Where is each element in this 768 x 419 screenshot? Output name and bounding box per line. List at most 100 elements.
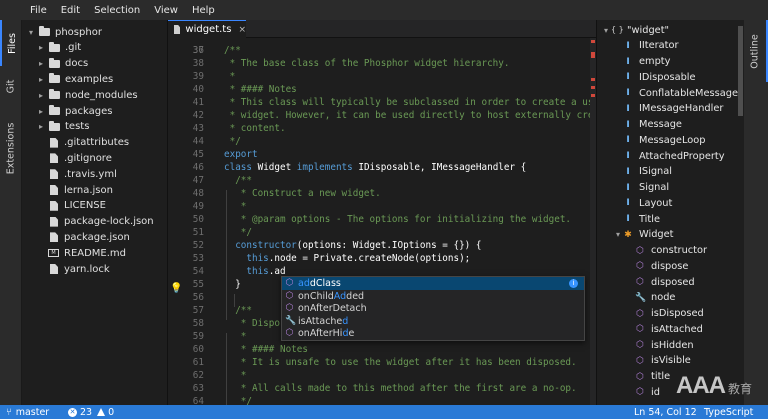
outline-item[interactable]: I IIterator xyxy=(623,38,679,54)
file-label: LICENSE xyxy=(64,200,106,212)
folder-root[interactable]: ▾ phosphor xyxy=(26,24,102,40)
suggestion-text: ded xyxy=(346,290,365,302)
menu-file[interactable]: File xyxy=(30,5,47,16)
suggestion-match: d xyxy=(342,315,349,327)
suggestion-item[interactable]: ⬡ onChild Ad ded xyxy=(282,290,584,303)
suggestion-item[interactable]: 🔧 isAttache d xyxy=(282,315,584,328)
outline-item[interactable]: ⬡ disposed xyxy=(635,274,695,290)
interface-icon: I xyxy=(626,40,630,51)
code-token: */ xyxy=(224,227,252,238)
menu-help[interactable]: Help xyxy=(192,5,215,16)
file-item[interactable]: yarn.lock xyxy=(36,261,110,277)
outline-item[interactable]: I IDisposable xyxy=(623,69,695,85)
outline-label: isHidden xyxy=(651,339,694,351)
folder-label: phosphor xyxy=(55,26,102,38)
code-token: class xyxy=(224,162,252,173)
outline-item[interactable]: 🔧 node xyxy=(635,290,675,306)
suggestion-item[interactable]: ⬡ onAfterDetach xyxy=(282,302,584,315)
folder-item[interactable]: ▸ .git xyxy=(36,40,81,56)
suggestion-item[interactable]: ⬡ onAfterHi d e xyxy=(282,327,584,340)
code-line: 44 */ xyxy=(168,135,596,148)
outline-item[interactable]: I Signal xyxy=(623,180,669,196)
file-item[interactable]: .gitignore xyxy=(36,150,112,166)
code-text: */ xyxy=(224,226,252,239)
code-token: * xyxy=(224,331,247,342)
outline-item[interactable]: ⬡ isVisible xyxy=(635,353,691,369)
tab-files[interactable]: Files xyxy=(0,20,22,66)
file-item[interactable]: .gitattributes xyxy=(36,135,129,151)
outline-item[interactable]: I ISignal xyxy=(623,164,672,180)
tab-git[interactable]: Git xyxy=(0,68,22,104)
line-number: 49 xyxy=(192,201,204,212)
outline-label: Layout xyxy=(639,197,673,209)
file-icon xyxy=(50,153,58,164)
outline-item[interactable]: I MessageLoop xyxy=(623,132,705,148)
code-token: * xyxy=(224,71,236,82)
suggestion-item[interactable]: ⬡ ad dClass i xyxy=(282,277,584,290)
outline-item[interactable]: ⬡ isAttached xyxy=(635,321,703,337)
code-text: * This class will typically be subclasse… xyxy=(224,96,596,109)
outline-item[interactable]: ▾ ✱ Widget xyxy=(613,227,674,243)
outline-item[interactable]: I ConflatableMessage xyxy=(623,85,738,101)
file-item[interactable]: .travis.yml xyxy=(36,166,117,182)
outline-item[interactable]: ⬡ constructor xyxy=(635,243,707,259)
folder-item[interactable]: ▸ examples xyxy=(36,71,113,87)
outline-item[interactable]: I Title xyxy=(623,211,660,227)
menu-selection[interactable]: Selection xyxy=(94,5,140,16)
outline-item[interactable]: ⬡ isDisposed xyxy=(635,306,704,322)
code-token: /** xyxy=(224,305,252,316)
outline-item[interactable]: ⬡ dispose xyxy=(635,258,688,274)
outline-label: Widget xyxy=(639,229,674,241)
chevron-right-icon: ▸ xyxy=(38,90,43,100)
info-icon[interactable]: i xyxy=(569,279,578,288)
git-branch[interactable]: ⑂ master xyxy=(6,405,49,419)
code-token: * widget. However, it can be used direct… xyxy=(224,110,596,121)
outline-item[interactable]: ⬡ title xyxy=(635,369,670,385)
folder-item[interactable]: ▸ packages xyxy=(36,103,112,119)
menu-view[interactable]: View xyxy=(154,5,178,16)
editor-tab-widget-ts[interactable]: widget.ts × xyxy=(168,20,246,38)
file-item[interactable]: LICENSE xyxy=(36,198,106,214)
outline-item[interactable]: I Message xyxy=(623,117,682,133)
file-label: packages xyxy=(65,105,113,117)
folder-item[interactable]: ▸ tests xyxy=(36,119,89,135)
code-line: 39 * xyxy=(168,70,596,83)
outline-item[interactable]: ⬡ isHidden xyxy=(635,337,694,353)
outline-item[interactable]: Iempty xyxy=(623,54,670,70)
code-area[interactable]: 36 💡 37/** 38 * The base class of the Pho… xyxy=(168,38,596,405)
outline-item[interactable]: ⬡ id xyxy=(635,384,660,400)
outline-label: "widget" xyxy=(627,24,670,36)
outline-root[interactable]: ▾{ } "widget" xyxy=(601,22,669,38)
outline-scrollbar[interactable] xyxy=(738,26,743,116)
code-token: * xyxy=(224,201,247,212)
outline-item[interactable]: I Layout xyxy=(623,195,672,211)
file-item[interactable]: M README.md xyxy=(36,245,126,261)
file-label: package-lock.json xyxy=(64,216,154,228)
outline-item[interactable]: I IMessageHandler xyxy=(623,101,723,117)
folder-item[interactable]: ▸ node_modules xyxy=(36,87,138,103)
error-marker xyxy=(591,94,595,97)
tab-extensions[interactable]: Extensions xyxy=(0,108,22,188)
file-label: tests xyxy=(65,121,90,133)
code-line: 38 * The base class of the Phosphor widg… xyxy=(168,57,596,70)
file-item[interactable]: lerna.json xyxy=(36,182,113,198)
status-bar: ⑂ master ✕ 23 0 Ln 54, Col 12 TypeScript xyxy=(0,405,768,419)
file-item[interactable]: package.json xyxy=(36,229,130,245)
line-number: 52 xyxy=(192,240,204,251)
interface-icon: I xyxy=(626,103,630,114)
file-item[interactable]: package-lock.json xyxy=(36,214,154,230)
menu-bar: File Edit Selection View Help xyxy=(0,0,768,20)
outline-item[interactable]: I AttachedProperty xyxy=(623,148,724,164)
folder-item[interactable]: ▸ docs xyxy=(36,56,88,72)
file-label: node_modules xyxy=(65,89,138,101)
outline-label: IIterator xyxy=(639,40,679,52)
code-line: 50 * @param options - The options for in… xyxy=(168,213,596,226)
menu-edit[interactable]: Edit xyxy=(61,5,80,16)
close-icon[interactable]: × xyxy=(238,25,246,35)
code-token: export xyxy=(224,149,258,160)
code-token: * #### Notes xyxy=(224,344,308,355)
line-number: 48 xyxy=(192,188,204,199)
problems-indicator[interactable]: ✕ 23 0 xyxy=(68,405,114,419)
tab-outline[interactable]: Outline xyxy=(744,20,768,82)
chevron-right-icon: ▸ xyxy=(38,74,43,84)
